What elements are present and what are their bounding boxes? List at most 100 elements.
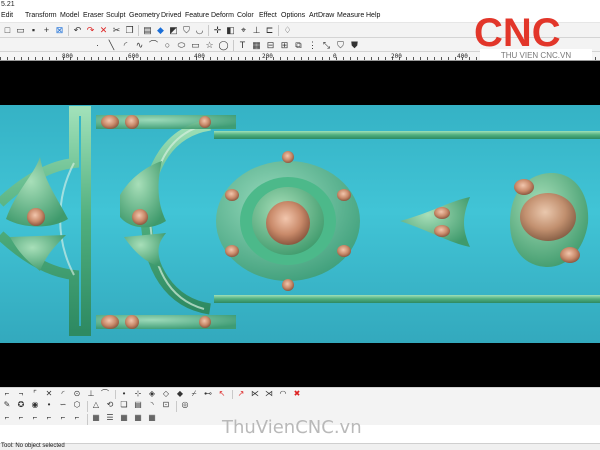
break-icon[interactable]: ⌿: [189, 389, 199, 399]
grid-icon[interactable]: ▦: [251, 40, 262, 51]
open-folder-icon[interactable]: ▭: [15, 25, 26, 36]
cup-icon[interactable]: ◡: [194, 25, 205, 36]
mirror-icon[interactable]: ◧: [225, 25, 236, 36]
dot-tool-icon[interactable]: •: [44, 400, 54, 410]
menu-measure[interactable]: Measure: [337, 12, 364, 19]
menu-drived[interactable]: Drived: [161, 12, 181, 19]
badge-icon[interactable]: ⛉: [335, 40, 346, 51]
move-icon[interactable]: ✛: [212, 25, 223, 36]
node-icon[interactable]: ⌖: [238, 25, 249, 36]
group-icon[interactable]: ⧉: [293, 40, 304, 51]
triangle-icon[interactable]: △: [91, 400, 101, 410]
arc-tool-icon[interactable]: ◝: [147, 400, 157, 410]
menu-artdraw[interactable]: ArtDraw: [309, 12, 334, 19]
align-left-icon[interactable]: ⊟: [265, 40, 276, 51]
grid-large-icon[interactable]: ▦: [147, 413, 157, 423]
corner-a-icon[interactable]: ⌐: [2, 413, 12, 423]
snap-arc-icon[interactable]: ◜: [58, 389, 68, 399]
fillet-icon[interactable]: ◠: [278, 389, 288, 399]
model-canvas[interactable]: [0, 61, 600, 387]
snap-cross-icon[interactable]: ✕: [44, 389, 54, 399]
pen-icon[interactable]: ✎: [2, 400, 12, 410]
snap-near-icon[interactable]: ⊹: [133, 389, 143, 399]
red-close-icon[interactable]: ✖: [292, 389, 302, 399]
menu-geometry[interactable]: Geometry: [129, 12, 160, 19]
star-icon[interactable]: ☆: [204, 40, 215, 51]
polyline-icon[interactable]: ⌒: [148, 40, 159, 51]
color-fill-icon[interactable]: ◆: [155, 25, 166, 36]
corner-c-icon[interactable]: ⌐: [30, 413, 40, 423]
align-icon[interactable]: ⊏: [264, 25, 275, 36]
lightbulb-icon[interactable]: ✪: [16, 400, 26, 410]
node-edit-icon[interactable]: ◈: [147, 389, 157, 399]
ring-icon[interactable]: ◯: [218, 40, 229, 51]
menu-deform[interactable]: Deform: [211, 12, 234, 19]
snap-perp-icon[interactable]: ⊥: [86, 389, 96, 399]
polygon-icon[interactable]: ⬡: [72, 400, 82, 410]
curve-icon[interactable]: ∿: [134, 40, 145, 51]
rectangle-icon[interactable]: ▭: [190, 40, 201, 51]
shield-icon[interactable]: ⛉: [181, 25, 192, 36]
node-add-icon[interactable]: ◇: [161, 389, 171, 399]
paste-icon[interactable]: ▤: [142, 25, 153, 36]
spiral-icon[interactable]: ◎: [180, 400, 190, 410]
node-yellow-icon[interactable]: ◉: [30, 400, 40, 410]
document-icon[interactable]: ▤: [133, 400, 143, 410]
pages-icon[interactable]: ❏: [119, 400, 129, 410]
circle-icon[interactable]: ○: [162, 40, 173, 51]
menu-eraser[interactable]: Eraser: [83, 12, 104, 19]
list-icon[interactable]: ☰: [105, 413, 115, 423]
cube-icon[interactable]: ◩: [168, 25, 179, 36]
shield-alt-icon[interactable]: ⛊: [349, 40, 360, 51]
red-arrow-icon[interactable]: ↖: [217, 389, 227, 399]
menu-edit[interactable]: Edit: [1, 12, 13, 19]
menu-help[interactable]: Help: [366, 12, 380, 19]
menu-transform[interactable]: Transform: [25, 12, 57, 19]
snap-end-icon[interactable]: ¬: [16, 389, 26, 399]
corner-e-icon[interactable]: ⌐: [58, 413, 68, 423]
corner-b-icon[interactable]: ⌐: [16, 413, 26, 423]
node-del-icon[interactable]: ◆: [175, 389, 185, 399]
snap-start-icon[interactable]: ⌐: [2, 389, 12, 399]
point-icon[interactable]: ·: [92, 40, 103, 51]
extend-icon[interactable]: ⋊: [264, 389, 274, 399]
crosshair-icon[interactable]: +: [41, 25, 52, 36]
redo-icon[interactable]: ↷: [85, 25, 96, 36]
lamp-icon[interactable]: ♢: [282, 25, 293, 36]
menu-effect[interactable]: Effect: [259, 12, 277, 19]
grid-medium-icon[interactable]: ▦: [133, 413, 143, 423]
snap-tangent-icon[interactable]: ⌒: [100, 389, 110, 399]
snap-point-icon[interactable]: •: [119, 389, 129, 399]
rotate-icon[interactable]: ⟲: [105, 400, 115, 410]
menu-options[interactable]: Options: [281, 12, 305, 19]
red-arrow-alt-icon[interactable]: ↗: [236, 389, 246, 399]
save-icon[interactable]: ▪: [28, 25, 39, 36]
join-icon[interactable]: ⊷: [203, 389, 213, 399]
copy-icon[interactable]: ❐: [124, 25, 135, 36]
text-tool-icon[interactable]: T: [237, 40, 248, 51]
snap-center-icon[interactable]: ⊙: [72, 389, 82, 399]
line-icon[interactable]: ╲: [106, 40, 117, 51]
scale-icon[interactable]: ⤡: [321, 40, 332, 51]
corner-d-icon[interactable]: ⌐: [44, 413, 54, 423]
menu-feature[interactable]: Feature: [185, 12, 209, 19]
array-icon[interactable]: ⋮: [307, 40, 318, 51]
delete-icon[interactable]: ✕: [98, 25, 109, 36]
table-icon[interactable]: ▦: [91, 413, 101, 423]
corner-f-icon[interactable]: ⌐: [72, 413, 82, 423]
wave-icon[interactable]: ∽: [58, 400, 68, 410]
offset-icon[interactable]: ⊡: [161, 400, 171, 410]
cut-icon[interactable]: ✂: [111, 25, 122, 36]
snap-mid-icon[interactable]: ⌜: [30, 389, 40, 399]
undo-icon[interactable]: ↶: [72, 25, 83, 36]
arc-icon[interactable]: ◜: [120, 40, 131, 51]
measure-icon[interactable]: ⊥: [251, 25, 262, 36]
menu-model[interactable]: Model: [60, 12, 79, 19]
trim-icon[interactable]: ⋉: [250, 389, 260, 399]
grid-select-icon[interactable]: ⊠: [54, 25, 65, 36]
menu-color[interactable]: Color: [237, 12, 254, 19]
new-file-icon[interactable]: □: [2, 25, 13, 36]
menu-sculpt[interactable]: Sculpt: [106, 12, 125, 19]
distribute-icon[interactable]: ⊞: [279, 40, 290, 51]
ellipse-icon[interactable]: ⬭: [176, 40, 187, 51]
